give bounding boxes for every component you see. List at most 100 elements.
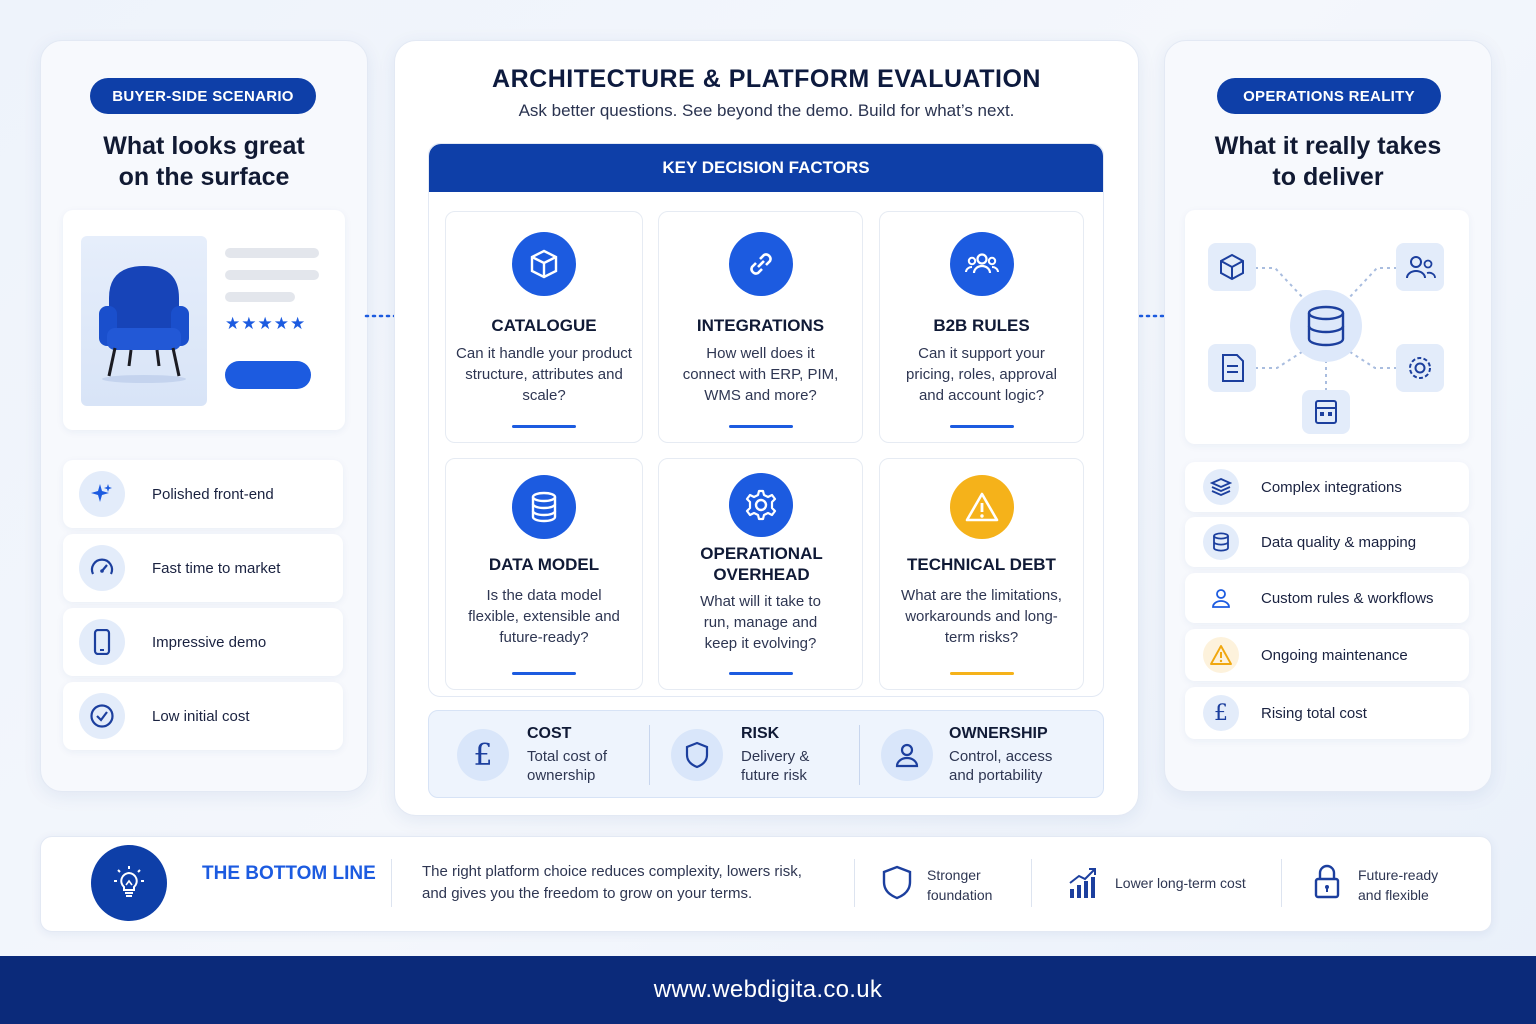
person-icon <box>881 729 933 781</box>
divider <box>649 725 650 785</box>
factor-title: INTEGRATIONS <box>696 316 825 335</box>
product-preview-card: ★★★★★ <box>63 210 345 430</box>
divider <box>859 725 860 785</box>
buy-button[interactable] <box>225 361 311 389</box>
bottom-line-text: The right platform choice reduces comple… <box>422 863 802 902</box>
list-item: Complex integrations <box>1185 462 1469 512</box>
factor-underline <box>728 425 793 428</box>
key-decision-factors: KEY DECISION FACTORS CATALOGUE Can it ha… <box>428 143 1104 697</box>
buyer-side-pill: BUYER-SIDE SCENARIO <box>90 78 316 114</box>
integration-network <box>1208 243 1444 434</box>
cube-icon <box>512 232 576 296</box>
factor-underline <box>949 672 1014 675</box>
list-item-label: Low initial cost <box>152 707 250 725</box>
summary-desc: Total cost of ownership <box>527 748 608 784</box>
text-placeholder-line <box>225 248 319 258</box>
benefit-label: Lower long-term cost <box>1115 875 1246 891</box>
divider <box>854 859 855 907</box>
divider <box>1031 859 1032 907</box>
person-icon <box>1203 580 1239 616</box>
factor-desc: What will it take to run, manage and kee… <box>700 593 821 652</box>
text-placeholder-line <box>225 270 319 280</box>
factor-card-data-model: DATA MODEL Is the data model flexible, e… <box>445 458 643 690</box>
benefit-label: Stronger foundation <box>927 867 993 903</box>
factor-desc: How well does it connect with ERP, PIM, … <box>682 345 839 404</box>
sparkle-icon <box>79 471 125 517</box>
integration-diagram <box>1185 210 1469 444</box>
factor-card-b2b-rules: B2B RULES Can it support your pricing, r… <box>879 211 1084 443</box>
check-circle-icon <box>79 693 125 739</box>
factor-title: B2B RULES <box>933 316 1030 335</box>
list-item-label: Complex integrations <box>1261 478 1402 496</box>
operations-pill: OPERATIONS REALITY <box>1217 78 1441 114</box>
summary-desc: Control, access and portability <box>949 748 1053 784</box>
users-icon <box>949 232 1014 296</box>
list-item: Ongoing maintenance <box>1185 629 1469 681</box>
database-icon <box>512 475 576 539</box>
gear-icon <box>728 473 793 537</box>
layers-icon <box>1203 469 1239 505</box>
list-item-label: Custom rules & workflows <box>1261 589 1434 607</box>
divider <box>1281 859 1282 907</box>
factor-card-integrations: INTEGRATIONS How well does it connect wi… <box>658 211 863 443</box>
list-item: Data quality & mapping <box>1185 517 1469 567</box>
list-item-label: Impressive demo <box>152 633 267 651</box>
factor-underline <box>512 425 576 428</box>
buyer-side-panel: BUYER-SIDE SCENARIO What looks great on … <box>40 40 368 792</box>
list-item: Impressive demo <box>63 608 343 676</box>
bottom-line-title: THE BOTTOM LINE <box>202 863 376 884</box>
list-item: Fast time to market <box>63 534 343 602</box>
list-item-label: Polished front-end <box>152 485 274 503</box>
factor-desc: Can it support your pricing, roles, appr… <box>906 345 1057 404</box>
pound-icon: £ <box>457 729 509 781</box>
list-item-label: Ongoing maintenance <box>1261 646 1408 664</box>
factor-desc: What are the limitations, workarounds an… <box>901 587 1062 646</box>
page-title: ARCHITECTURE & PLATFORM EVALUATION <box>492 65 1041 93</box>
lock-icon <box>1313 863 1341 906</box>
phone-icon <box>79 619 125 665</box>
divider <box>391 859 392 907</box>
list-item-label: Data quality & mapping <box>1261 533 1417 551</box>
speedometer-icon <box>79 545 125 591</box>
list-item: Polished front-end <box>63 460 343 528</box>
bottom-line-bar: THE BOTTOM LINE The right platform choic… <box>40 836 1492 932</box>
shield-icon <box>671 729 723 781</box>
operations-title: What it really takes to deliver <box>1214 132 1442 191</box>
star-rating: ★★★★★ <box>225 314 307 333</box>
factor-underline <box>728 672 793 675</box>
armchair-icon <box>99 266 189 383</box>
benefit-label: Future-ready and flexible <box>1358 867 1439 903</box>
warning-icon <box>1203 637 1239 673</box>
summary-title: OWNERSHIP <box>949 725 1048 742</box>
summary-title: RISK <box>741 725 780 742</box>
list-item: Custom rules & workflows <box>1185 573 1469 623</box>
kdf-header: KEY DECISION FACTORS <box>429 144 1103 192</box>
summary-item-cost: £ COST Total cost of ownership <box>457 711 623 799</box>
footer: www.webdigita.co.uk <box>0 956 1536 1024</box>
factor-desc: Is the data model flexible, extensible a… <box>468 587 620 646</box>
factor-title: DATA MODEL <box>488 555 600 574</box>
evaluation-panel: ARCHITECTURE & PLATFORM EVALUATION Ask b… <box>394 40 1139 816</box>
summary-title: COST <box>527 725 572 742</box>
warning-icon <box>949 475 1014 539</box>
summary-item-ownership: OWNERSHIP Control, access and portabilit… <box>881 711 1059 799</box>
summary-desc: Delivery & future risk <box>741 748 810 784</box>
list-item-label: Rising total cost <box>1261 704 1367 722</box>
list-item-label: Fast time to market <box>152 559 281 577</box>
factor-desc: Can it handle your product structure, at… <box>456 345 632 404</box>
pound-icon: £ <box>1203 695 1239 731</box>
chart-up-icon <box>1067 865 1099 906</box>
operations-panel: OPERATIONS REALITY What it really takes … <box>1164 40 1492 792</box>
list-item: Low initial cost <box>63 682 343 750</box>
text-placeholder-line <box>225 292 295 302</box>
factor-underline <box>949 425 1014 428</box>
link-icon <box>728 232 793 296</box>
database-icon <box>1203 524 1239 560</box>
page-subtitle: Ask better questions. See beyond the dem… <box>518 101 1015 120</box>
footer-url[interactable]: www.webdigita.co.uk <box>654 976 882 1004</box>
shield-icon <box>881 865 913 906</box>
factor-title: OPERATIONAL OVERHEAD <box>700 544 823 584</box>
buyer-side-title: What looks great on the surface <box>103 132 305 191</box>
factor-title: TECHNICAL DEBT <box>907 555 1056 574</box>
factor-card-catalogue: CATALOGUE Can it handle your product str… <box>445 211 643 443</box>
